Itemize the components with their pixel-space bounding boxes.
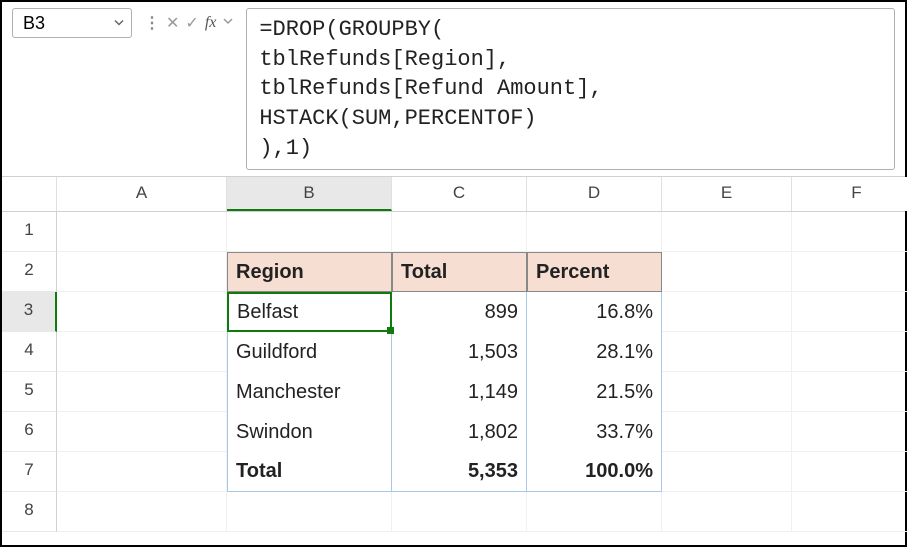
cell-e1[interactable]: [662, 212, 792, 252]
fx-icon[interactable]: fx: [205, 14, 217, 32]
cell-c3[interactable]: 899: [392, 292, 527, 332]
cell-e5[interactable]: [662, 372, 792, 412]
cell-a7[interactable]: [57, 452, 227, 492]
cell-b6[interactable]: Swindon: [227, 412, 392, 452]
cell-d6[interactable]: 33.7%: [527, 412, 662, 452]
row-header-1[interactable]: 1: [2, 212, 57, 252]
cell-b4[interactable]: Guildford: [227, 332, 392, 372]
cell-f4[interactable]: [792, 332, 907, 372]
cell-e3[interactable]: [662, 292, 792, 332]
cell-a3[interactable]: [57, 292, 227, 332]
cell-e7[interactable]: [662, 452, 792, 492]
cell-c6[interactable]: 1,802: [392, 412, 527, 452]
cell-d7[interactable]: 100.0%: [527, 452, 662, 492]
col-header-f[interactable]: F: [792, 177, 907, 211]
cell-e8[interactable]: [662, 492, 792, 532]
formula-bar[interactable]: =DROP(GROUPBY( tblRefunds[Region], tblRe…: [246, 8, 895, 170]
row-header-7[interactable]: 7: [2, 452, 57, 492]
cell-d8[interactable]: [527, 492, 662, 532]
spreadsheet-grid: A B C D E F 1 2 Region Total Percent 3 B…: [2, 177, 905, 532]
cell-f6[interactable]: [792, 412, 907, 452]
formula-bar-area: B3 ⋮ ✕ ✓ fx =DROP(GROUPBY( tblRefunds[Re…: [2, 2, 905, 177]
cell-a1[interactable]: [57, 212, 227, 252]
chevron-down-icon[interactable]: [113, 13, 125, 34]
cell-d5[interactable]: 21.5%: [527, 372, 662, 412]
row-header-8[interactable]: 8: [2, 492, 57, 532]
col-header-e[interactable]: E: [662, 177, 792, 211]
cell-f3[interactable]: [792, 292, 907, 332]
row-header-4[interactable]: 4: [2, 332, 57, 372]
row-header-6[interactable]: 6: [2, 412, 57, 452]
row-header-2[interactable]: 2: [2, 252, 57, 292]
cell-f1[interactable]: [792, 212, 907, 252]
cell-d4[interactable]: 28.1%: [527, 332, 662, 372]
cell-b3[interactable]: Belfast: [227, 292, 392, 332]
column-headers: A B C D E F: [2, 177, 905, 212]
cell-f8[interactable]: [792, 492, 907, 532]
cell-a5[interactable]: [57, 372, 227, 412]
table-header-region[interactable]: Region: [227, 252, 392, 292]
cell-b7[interactable]: Total: [227, 452, 392, 492]
cell-f2[interactable]: [792, 252, 907, 292]
select-all-corner[interactable]: [2, 177, 57, 211]
cell-f7[interactable]: [792, 452, 907, 492]
row-header-3[interactable]: 3: [2, 292, 57, 332]
chevron-down-icon[interactable]: [222, 14, 234, 32]
cell-b5[interactable]: Manchester: [227, 372, 392, 412]
cell-a4[interactable]: [57, 332, 227, 372]
cell-a6[interactable]: [57, 412, 227, 452]
cell-e4[interactable]: [662, 332, 792, 372]
cell-c4[interactable]: 1,503: [392, 332, 527, 372]
cell-e6[interactable]: [662, 412, 792, 452]
col-header-c[interactable]: C: [392, 177, 527, 211]
table-header-percent[interactable]: Percent: [527, 252, 662, 292]
cell-c8[interactable]: [392, 492, 527, 532]
col-header-b[interactable]: B: [227, 177, 392, 211]
cancel-icon[interactable]: ✕: [166, 13, 179, 33]
cell-c5[interactable]: 1,149: [392, 372, 527, 412]
cell-f5[interactable]: [792, 372, 907, 412]
divider-icon: ⋮: [144, 13, 160, 33]
cell-d3[interactable]: 16.8%: [527, 292, 662, 332]
col-header-d[interactable]: D: [527, 177, 662, 211]
row-header-5[interactable]: 5: [2, 372, 57, 412]
cell-b8[interactable]: [227, 492, 392, 532]
table-header-total[interactable]: Total: [392, 252, 527, 292]
cell-b1[interactable]: [227, 212, 392, 252]
cell-e2[interactable]: [662, 252, 792, 292]
cell-c1[interactable]: [392, 212, 527, 252]
formula-controls: ⋮ ✕ ✓ fx: [140, 8, 238, 38]
cell-c7[interactable]: 5,353: [392, 452, 527, 492]
name-box-value: B3: [23, 13, 45, 34]
accept-icon[interactable]: ✓: [185, 13, 198, 33]
col-header-a[interactable]: A: [57, 177, 227, 211]
cell-d1[interactable]: [527, 212, 662, 252]
cell-a8[interactable]: [57, 492, 227, 532]
name-box[interactable]: B3: [12, 8, 132, 38]
grid-rows: 1 2 Region Total Percent 3 Belfast 899 1…: [2, 212, 905, 532]
cell-a2[interactable]: [57, 252, 227, 292]
